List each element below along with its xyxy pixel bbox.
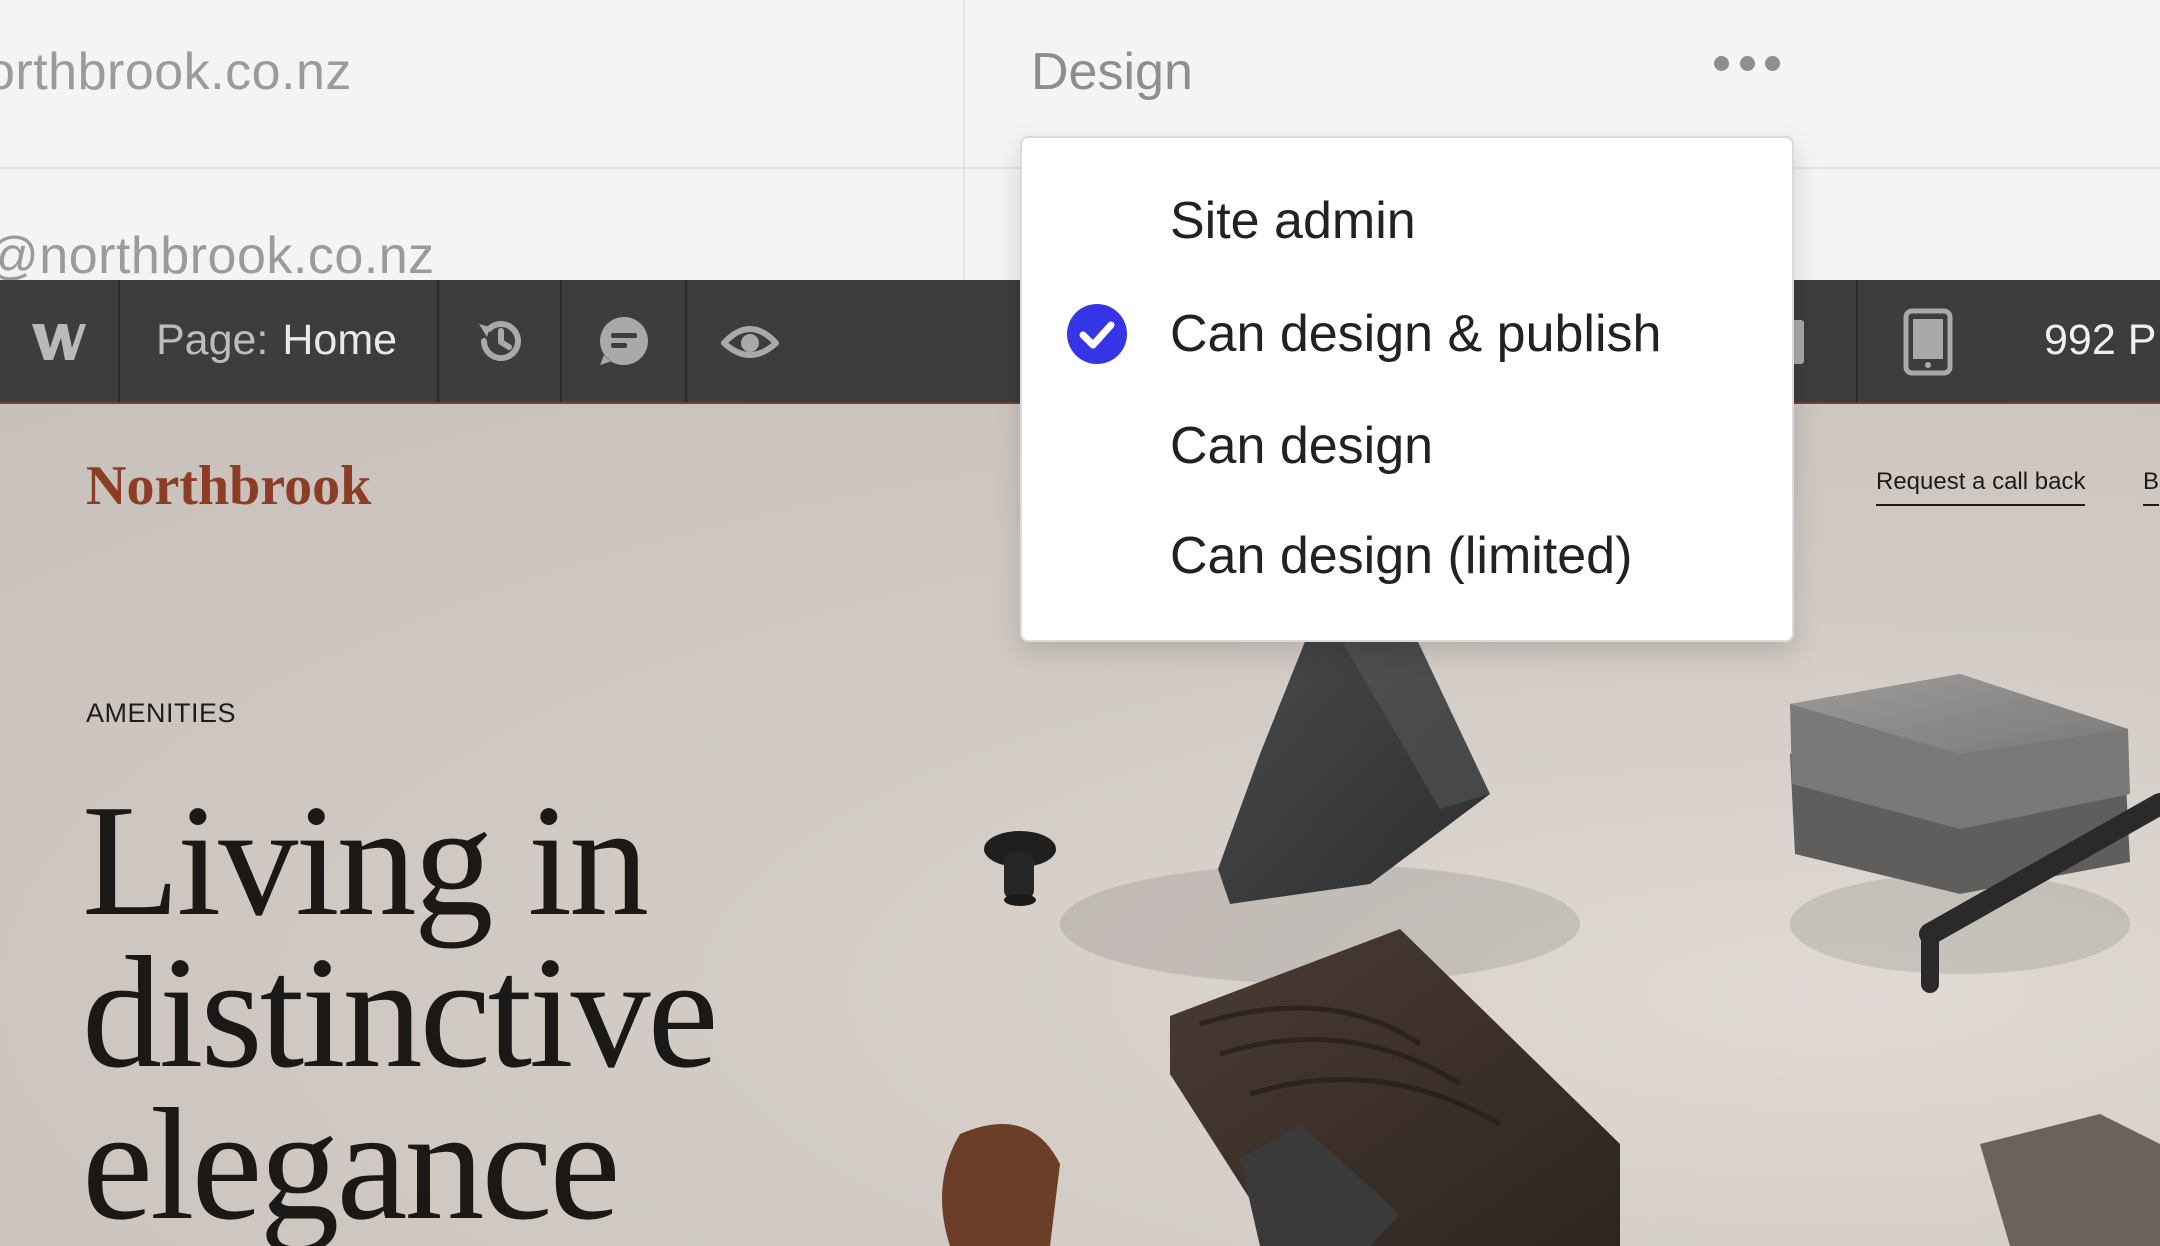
role-option-label: Site admin (1170, 192, 1416, 250)
member-email-cell: orthbrook.co.nz (0, 43, 352, 101)
site-brand-logo[interactable]: Northbrook (86, 454, 371, 518)
nav-link-request-call-back[interactable]: Request a call back (1876, 468, 2086, 506)
role-option-site-admin[interactable]: Site admin (1022, 171, 1792, 271)
role-dropdown-menu: Site admin Can design & publish Can desi… (1020, 136, 1794, 642)
selected-check-icon (1067, 304, 1127, 364)
hero-product-image (942, 604, 2160, 1246)
toolbar-separator (118, 280, 120, 402)
toolbar-separator (685, 280, 687, 402)
toolbar-separator (437, 280, 439, 402)
role-option-label: Can design (1170, 417, 1434, 475)
member-role-cell[interactable]: Design (1031, 42, 1193, 102)
preview-eye-icon[interactable] (720, 311, 780, 371)
toolbar-separator (1856, 280, 1858, 402)
more-options-button[interactable] (1714, 50, 1780, 76)
section-eyebrow: AMENITIES (86, 698, 237, 728)
more-dots-icon (1739, 55, 1755, 71)
nav-link-truncated[interactable]: B (2143, 468, 2160, 506)
tablet-icon[interactable] (1898, 308, 1958, 376)
column-divider (963, 0, 965, 280)
page-switcher[interactable]: Page: Home (156, 316, 397, 365)
history-icon[interactable] (470, 311, 530, 371)
role-option-can-design[interactable]: Can design (1022, 396, 1792, 496)
page-label: Page: (156, 316, 269, 364)
page-name: Home (282, 316, 398, 364)
role-option-label: Can design (limited) (1170, 527, 1633, 585)
member-email-cell: @northbrook.co.nz (0, 227, 435, 285)
webflow-logo-icon[interactable] (30, 316, 86, 366)
role-option-can-design-publish[interactable]: Can design & publish (1022, 284, 1792, 384)
hero-title: Living in distinctive elegance (82, 771, 719, 1246)
role-option-label: Can design & publish (1170, 305, 1662, 363)
more-dots-icon (1714, 55, 1729, 71)
canvas-width-readout: 992 P (2044, 316, 2157, 364)
more-dots-icon (1765, 55, 1780, 71)
toolbar-separator (560, 280, 562, 402)
comment-icon[interactable] (594, 311, 654, 371)
role-option-can-design-limited[interactable]: Can design (limited) (1022, 506, 1792, 606)
